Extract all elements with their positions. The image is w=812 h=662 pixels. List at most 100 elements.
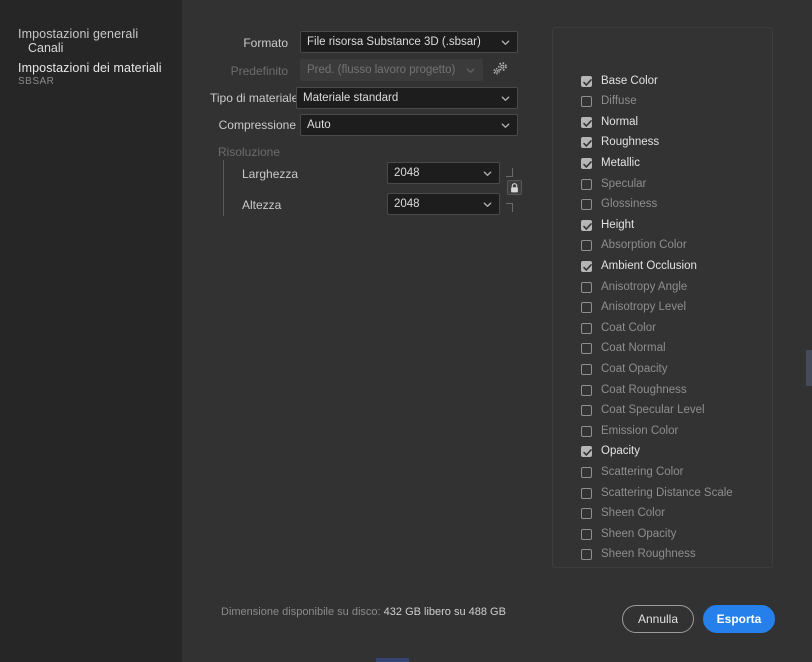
channel-row[interactable]: Anisotropy Angle [581, 279, 687, 295]
material-type-value: Materiale standard [303, 92, 399, 104]
channel-row[interactable]: Emission Color [581, 423, 678, 439]
checkbox-unchecked-icon[interactable] [581, 322, 592, 334]
checkbox-unchecked-icon[interactable] [581, 487, 592, 499]
channel-row[interactable]: Glossiness [581, 197, 657, 213]
channel-label: Absorption Color [601, 239, 687, 252]
resolution-label: Risoluzione [218, 145, 281, 159]
chevron-down-icon [483, 170, 492, 176]
resolution-width-dropdown[interactable]: 2048 [387, 162, 500, 184]
chevron-down-icon [501, 95, 510, 101]
checkbox-unchecked-icon[interactable] [581, 302, 592, 314]
right-edge-scrollbar[interactable] [806, 350, 812, 386]
checkbox-unchecked-icon[interactable] [581, 508, 592, 520]
channel-row[interactable]: Anisotropy Level [581, 300, 686, 316]
format-value: File risorsa Substance 3D (.sbsar) [307, 36, 481, 48]
channel-label: Coat Opacity [601, 362, 668, 375]
channel-label: Coat Roughness [601, 383, 687, 396]
preset-label: Predefinito [230, 64, 288, 78]
compression-dropdown[interactable]: Auto [300, 114, 518, 136]
channel-label: Specular [601, 177, 647, 190]
preset-dropdown: Pred. (flusso lavoro progetto) [300, 59, 483, 81]
channel-row[interactable]: Coat Opacity [581, 361, 667, 377]
checkbox-checked-icon[interactable] [581, 137, 592, 149]
format-label: Formato [243, 36, 288, 50]
resolution-lock-button[interactable] [507, 180, 522, 195]
channel-label: Diffuse [601, 95, 637, 108]
material-type-label: Tipo di materiale [210, 91, 299, 105]
channel-label: Coat Color [601, 321, 656, 334]
channel-row[interactable]: Base Color [581, 73, 658, 89]
sidebar-item-general-settings[interactable]: Impostazioni generali [18, 27, 138, 42]
channel-row[interactable]: Coat Color [581, 320, 656, 336]
sidebar: Impostazioni generali Impostazioni dei m… [0, 0, 182, 662]
channel-row[interactable]: Diffuse [581, 94, 637, 110]
checkbox-unchecked-icon[interactable] [581, 549, 592, 561]
sidebar-item-material-settings-sub: SBSAR [18, 76, 55, 87]
export-button[interactable]: Esporta [703, 605, 775, 633]
checkbox-unchecked-icon[interactable] [581, 96, 592, 108]
channel-row[interactable]: Ambient Occlusion [581, 258, 697, 274]
resolution-height-dropdown[interactable]: 2048 [387, 193, 500, 215]
material-type-dropdown[interactable]: Materiale standard [296, 87, 518, 109]
channels-panel: Base Color Diffuse Normal Roughness Metallic… [552, 27, 773, 568]
checkbox-checked-icon[interactable] [581, 260, 592, 272]
checkbox-unchecked-icon[interactable] [581, 363, 592, 375]
compression-label: Compressione [218, 118, 296, 132]
channel-row[interactable]: Specular [581, 176, 646, 192]
checkbox-unchecked-icon[interactable] [581, 343, 592, 355]
disk-space-info: Dimensione disponibile su disco: 432 GB … [221, 605, 506, 619]
checkbox-unchecked-icon[interactable] [581, 384, 592, 396]
gear-icon [493, 62, 507, 75]
channel-label: Normal [601, 115, 639, 128]
preset-settings-button[interactable] [489, 58, 511, 80]
channel-row[interactable]: Absorption Color [581, 238, 687, 254]
channel-label: Sheen Roughness [601, 548, 696, 561]
checkbox-unchecked-icon[interactable] [581, 281, 592, 293]
channel-row[interactable]: Height [581, 217, 634, 233]
checkbox-unchecked-icon[interactable] [581, 240, 592, 252]
checkbox-unchecked-icon[interactable] [581, 405, 592, 417]
checkbox-unchecked-icon[interactable] [581, 425, 592, 437]
channel-row[interactable]: Coat Roughness [581, 382, 687, 398]
channel-row[interactable]: Coat Normal [581, 341, 666, 357]
checkbox-unchecked-icon[interactable] [581, 199, 592, 211]
resolution-width-label: Larghezza [242, 167, 299, 181]
format-dropdown[interactable]: File risorsa Substance 3D (.sbsar) [300, 31, 518, 53]
channel-label: Base Color [601, 74, 658, 87]
checkbox-unchecked-icon[interactable] [581, 528, 592, 540]
checkbox-unchecked-icon[interactable] [581, 178, 592, 190]
lock-icon [511, 182, 518, 192]
channel-label: Emission Color [601, 424, 679, 437]
sidebar-item-material-settings[interactable]: Impostazioni dei materiali [18, 61, 162, 76]
channel-row[interactable]: Roughness [581, 135, 659, 151]
disk-space-value: 432 GB libero su 488 GB [383, 606, 506, 618]
channel-label: Height [601, 218, 635, 231]
channel-label: Sheen Opacity [601, 527, 677, 540]
channel-label: Metallic [601, 156, 640, 169]
channel-row[interactable]: Scattering Color [581, 464, 683, 480]
resolution-group-bracket [223, 160, 224, 216]
channel-row[interactable]: Metallic [581, 155, 640, 171]
channel-label: Coat Specular Level [601, 404, 705, 417]
checkbox-unchecked-icon[interactable] [581, 466, 592, 478]
channels-title: Canali [28, 41, 64, 55]
channel-label: Coat Normal [601, 342, 666, 355]
channel-row[interactable]: Coat Specular Level [581, 403, 705, 419]
channel-row[interactable]: Opacity [581, 444, 640, 460]
channel-label: Scattering Distance Scale [601, 486, 733, 499]
checkbox-checked-icon[interactable] [581, 446, 592, 458]
bottom-edge-fragment [376, 658, 409, 662]
channel-row[interactable]: Scattering Distance Scale [581, 485, 733, 501]
link-arm-top [506, 168, 513, 177]
channel-row[interactable]: Sheen Color [581, 506, 665, 522]
channel-row[interactable]: Normal [581, 114, 638, 130]
checkbox-checked-icon[interactable] [581, 116, 592, 128]
channel-row[interactable]: Sheen Opacity [581, 526, 676, 542]
checkbox-checked-icon[interactable] [581, 157, 592, 169]
chevron-down-icon [466, 67, 475, 73]
channel-row[interactable]: Sheen Roughness [581, 547, 696, 563]
checkbox-checked-icon[interactable] [581, 75, 592, 87]
chevron-down-icon [483, 201, 492, 207]
cancel-button[interactable]: Annulla [622, 605, 694, 633]
checkbox-checked-icon[interactable] [581, 219, 592, 231]
